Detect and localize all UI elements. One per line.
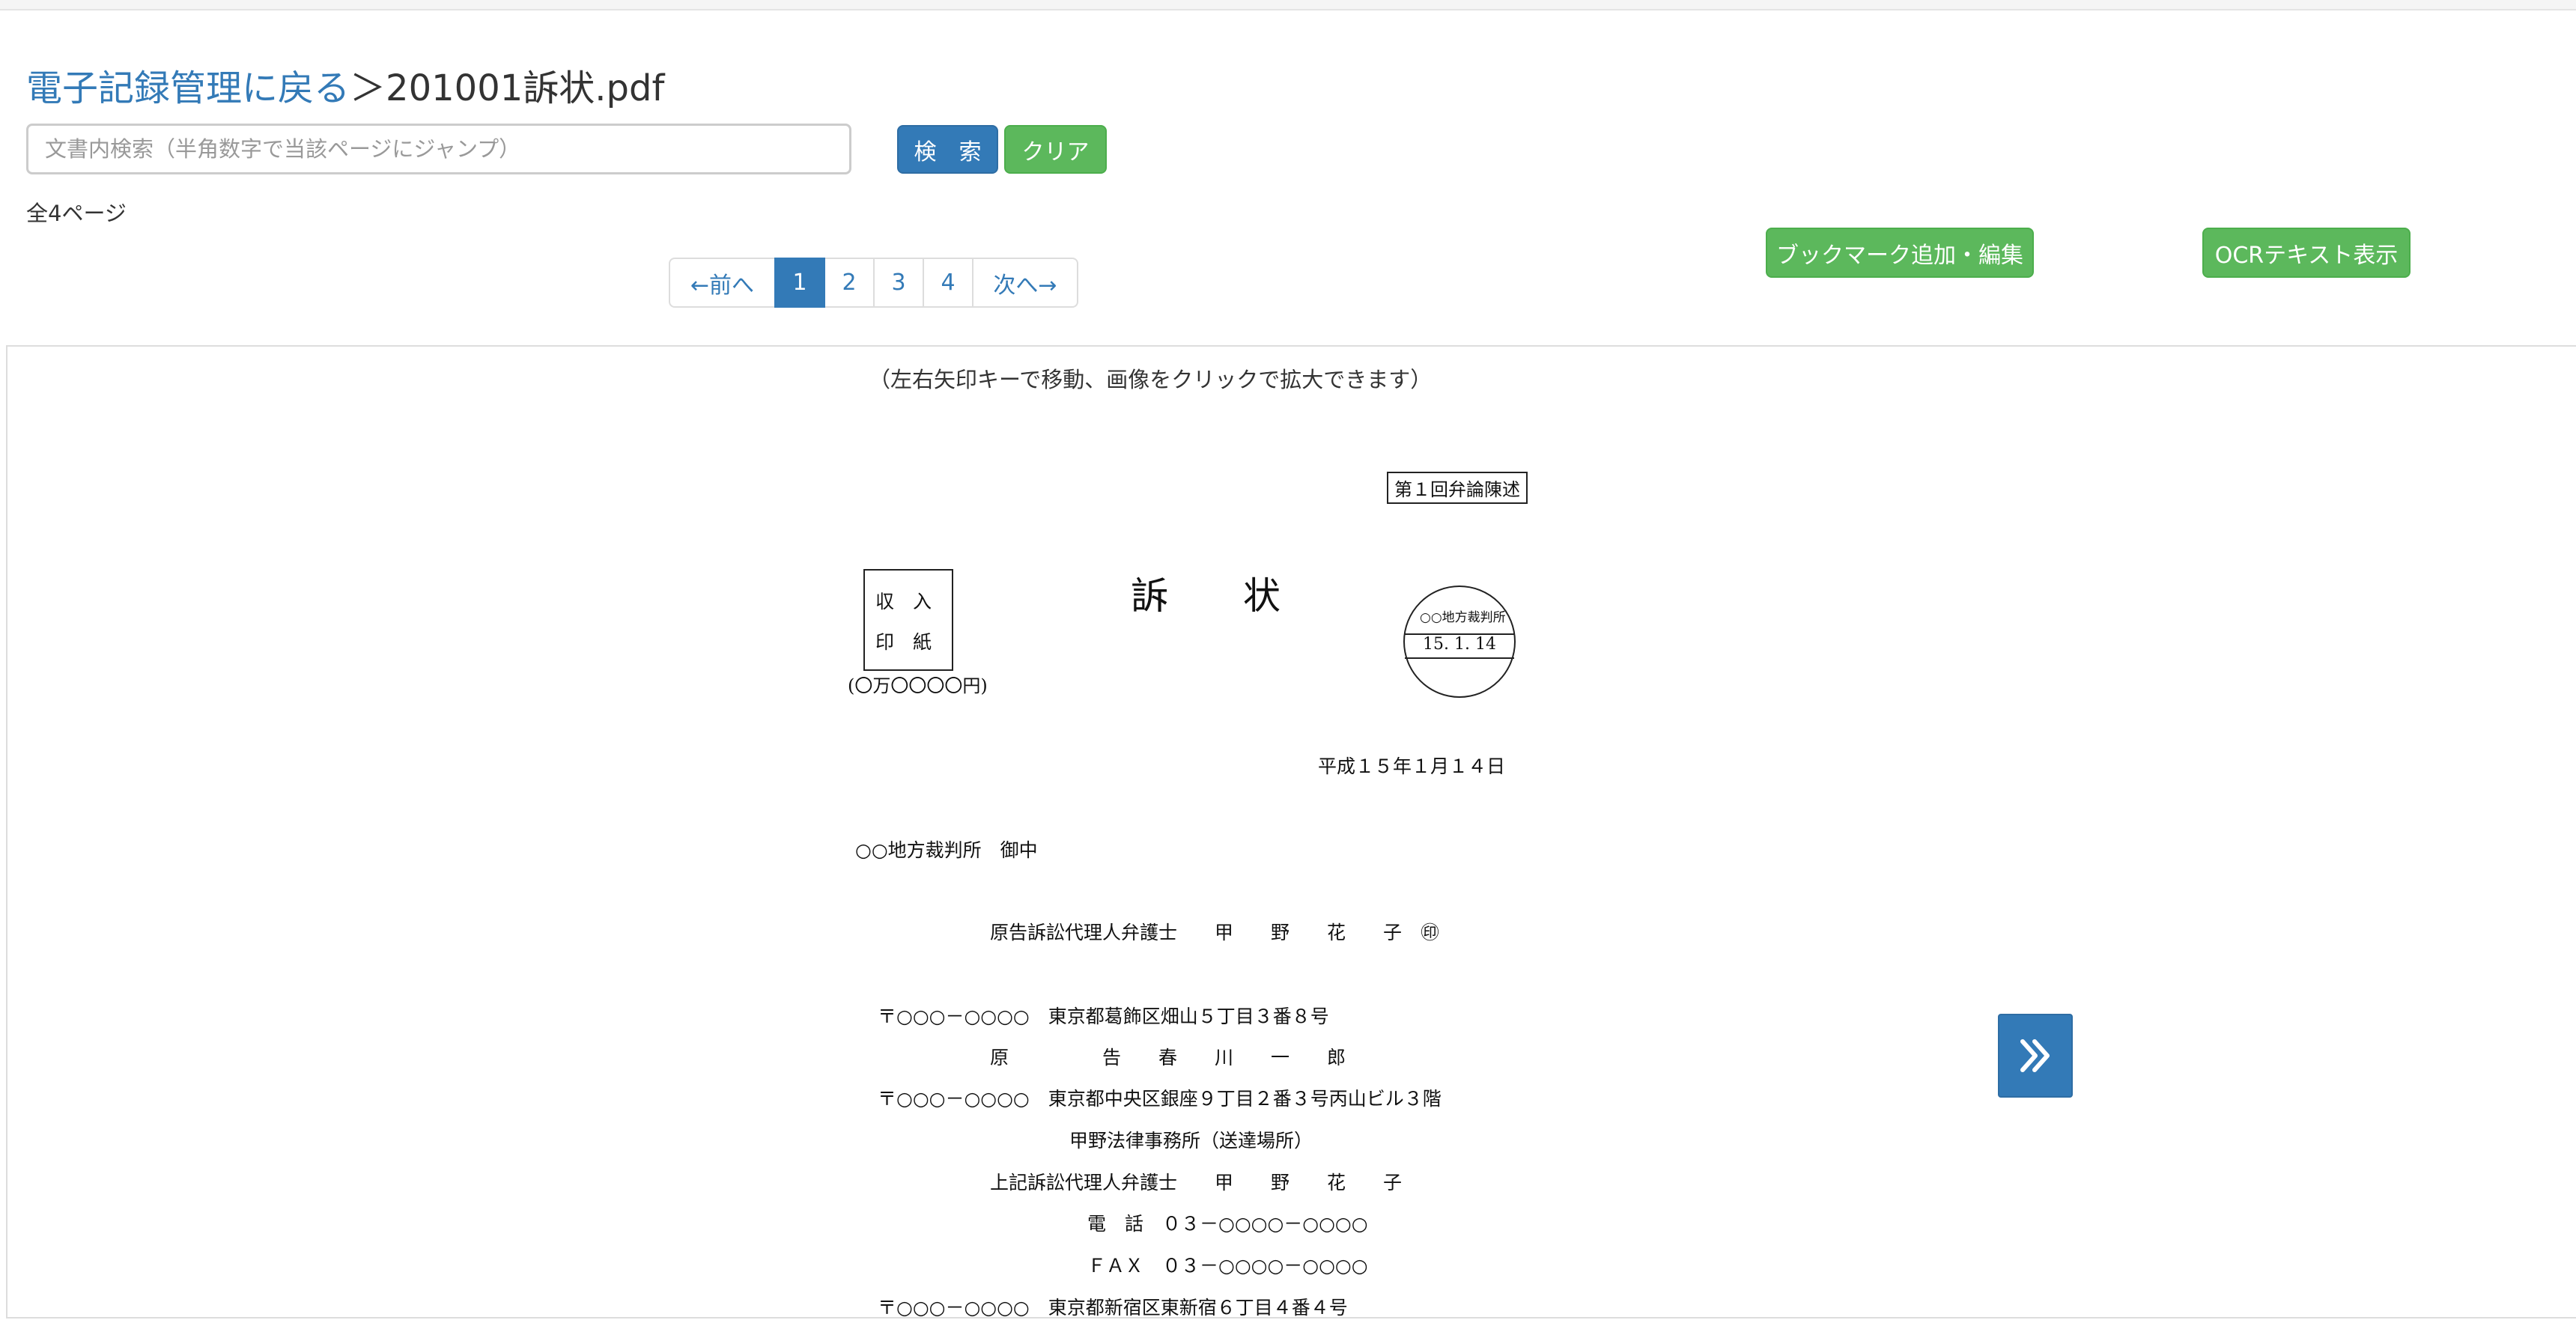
plaintiff-postal-address: 〒○○○－○○○○ 東京都葛飾区畑山５丁目３番８号 [878,1006,1329,1027]
revenue-stamp-box: 収 入 印 紙 [863,569,953,671]
fax-number: ＦＡＸ ０３－○○○○－○○○○ [1087,1255,1368,1277]
clear-button[interactable]: クリア [1004,125,1107,174]
search-button[interactable]: 検 索 [897,125,998,174]
top-bar [0,0,2576,10]
revenue-stamp-line1: 収 入 [875,591,932,612]
office-postal-address: 〒○○○－○○○○ 東京都中央区銀座９丁目２番３号丙山ビル３階 [878,1088,1442,1110]
addressee: ○○地方裁判所 御中 [855,839,1038,861]
revenue-stamp-line2: 印 紙 [875,631,932,653]
filing-date: 平成１５年１月１４日 [1318,755,1506,777]
document-page-image[interactable]: 第１回弁論陳述 収 入 印 紙 (〇万〇〇〇〇円) 訴 状 ○○地方裁判所 15… [839,457,1558,1319]
file-name: 201001訴状.pdf [386,67,665,109]
next-page-button[interactable] [1998,1014,2073,1098]
breadcrumb-separator: ＞ [350,67,386,109]
page-count: 全4ページ [26,201,127,226]
court-seal-name: ○○地方裁判所 [1420,610,1506,625]
back-to-records-link[interactable]: 電子記録管理に戻る [26,67,350,109]
breadcrumb: 電子記録管理に戻る＞201001訴状.pdf [26,64,664,112]
law-office-name: 甲野法律事務所（送達場所） [1069,1130,1313,1152]
defendant-postal-address: 〒○○○－○○○○ 東京都新宿区東新宿６丁目４番４号 [878,1297,1348,1319]
prev-page-link[interactable]: ←前へ [669,258,776,308]
double-chevron-right-icon [2020,1039,2050,1072]
page-link-2[interactable]: 2 [824,258,875,308]
page-link-1[interactable]: 1 [774,258,825,308]
first-hearing-label: 第１回弁論陳述 [1387,472,1528,504]
page-link-4[interactable]: 4 [923,258,973,308]
phone-number: 電 話 ０３－○○○○－○○○○ [1087,1213,1368,1235]
ocr-text-button[interactable]: OCRテキスト表示 [2202,228,2411,278]
plaintiff-name: 原 告 春 川 一 郎 [990,1047,1346,1068]
attorney-line-2: 上記訴訟代理人弁護士 甲 野 花 子 [990,1172,1403,1193]
next-page-link[interactable]: 次へ→ [972,258,1078,308]
bookmark-add-edit-button[interactable]: ブックマーク追加・編集 [1766,228,2034,278]
viewer-hint: （左右矢印キーで移動、画像をクリックで拡大できます） [869,367,1433,392]
court-seal-date: 15. 1. 14 [1423,635,1496,654]
document-title: 訴 状 [1131,574,1281,618]
document-search-input[interactable] [26,124,851,174]
pagination: ←前へ 1 2 3 4 次へ→ [669,258,1078,308]
page-link-3[interactable]: 3 [873,258,924,308]
revenue-stamp-amount: (〇万〇〇〇〇円) [848,675,988,696]
attorney-signature-line: 原告訴訟代理人弁護士 甲 野 花 子 ㊞ [990,922,1440,943]
court-receipt-seal: ○○地方裁判所 15. 1. 14 [1403,586,1516,698]
